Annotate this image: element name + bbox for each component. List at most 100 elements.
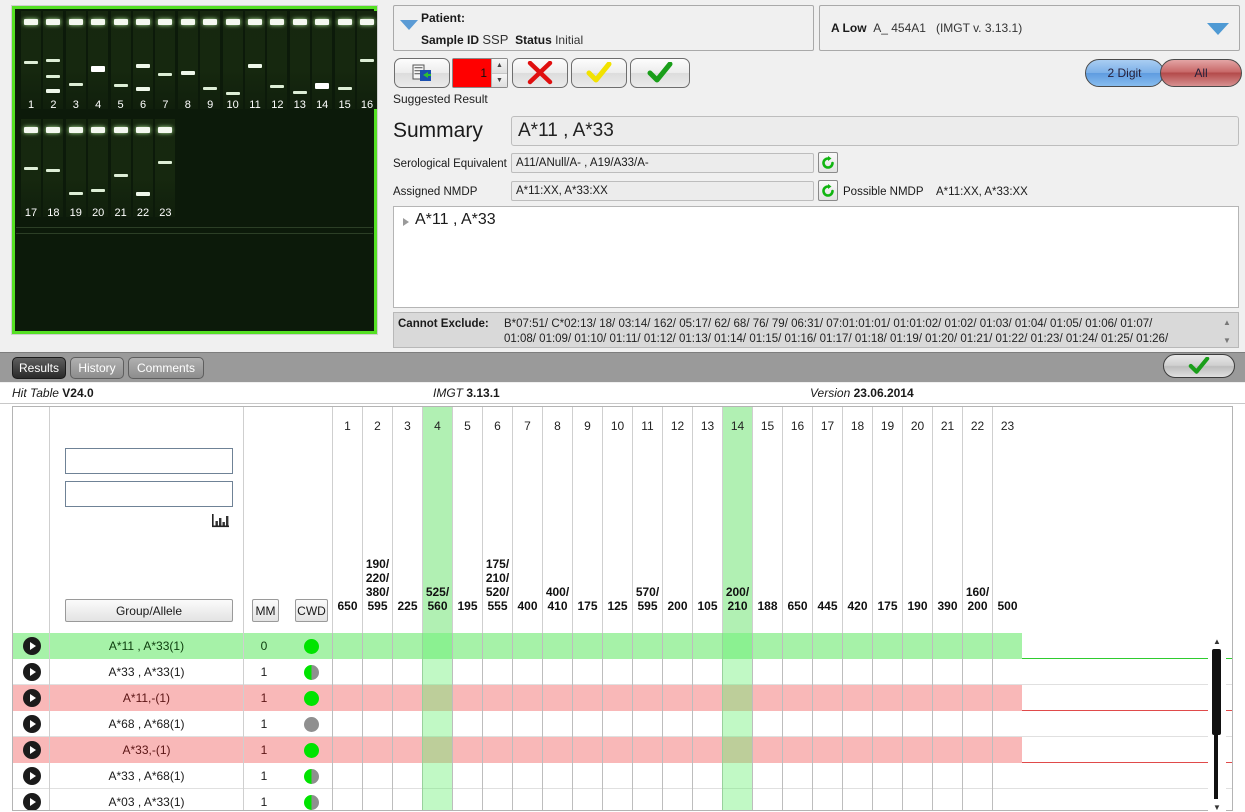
table-cell[interactable]: [962, 789, 992, 810]
table-cell[interactable]: [572, 763, 602, 789]
table-cell[interactable]: [452, 711, 482, 737]
table-cell[interactable]: [962, 685, 992, 711]
highlighted-column-cell[interactable]: [722, 737, 752, 763]
table-cell[interactable]: [872, 711, 902, 737]
table-cell[interactable]: [692, 685, 722, 711]
table-cell[interactable]: [842, 711, 872, 737]
gel-lane[interactable]: [267, 11, 288, 109]
table-cell[interactable]: [932, 711, 962, 737]
scrollbar-thumb[interactable]: [1212, 649, 1221, 735]
mix-column-header[interactable]: 6 175/210/520/555: [482, 407, 512, 633]
table-cell[interactable]: [692, 711, 722, 737]
table-cell[interactable]: [392, 711, 422, 737]
table-cell[interactable]: [662, 711, 692, 737]
table-cell[interactable]: [962, 763, 992, 789]
bar-chart-icon[interactable]: [211, 513, 231, 529]
table-cell[interactable]: [482, 633, 512, 659]
table-cell[interactable]: [632, 633, 662, 659]
hit-table-scrollbar[interactable]: ▲ ▼: [1208, 635, 1226, 812]
table-cell[interactable]: [782, 789, 812, 810]
highlighted-column-cell[interactable]: [722, 763, 752, 789]
table-cell[interactable]: [572, 737, 602, 763]
confirm-results-button[interactable]: [1163, 354, 1235, 378]
highlighted-column-cell[interactable]: [422, 763, 452, 789]
reject-button[interactable]: [512, 58, 568, 88]
import-worksheet-button[interactable]: [394, 58, 450, 88]
table-cell[interactable]: [362, 737, 392, 763]
mix-column-header[interactable]: 1 650: [332, 407, 362, 633]
mix-column-header[interactable]: 11 570/595: [632, 407, 662, 633]
table-cell[interactable]: [542, 789, 572, 810]
table-cell[interactable]: [812, 633, 842, 659]
allele-pair-label[interactable]: A*11 , A*33(1): [49, 633, 244, 659]
accept-final-button[interactable]: [630, 58, 690, 88]
gel-image-frame[interactable]: 1 2 3 4 5 6 7 8 9 10 11 12 13 14 15 16 17 18 19 20 21 22 23: [12, 6, 377, 334]
mix-column-header[interactable]: 14 200/210: [722, 407, 752, 633]
gel-lane[interactable]: [43, 11, 64, 109]
table-row[interactable]: A*33 , A*33(1) 1: [13, 659, 1232, 685]
table-cell[interactable]: [872, 737, 902, 763]
accept-provisional-button[interactable]: [571, 58, 627, 88]
table-cell[interactable]: [662, 685, 692, 711]
table-cell[interactable]: [992, 685, 1022, 711]
patient-panel[interactable]: Patient: Sample ID SSP Status Initial: [393, 5, 814, 51]
gel-lane[interactable]: [289, 11, 310, 109]
table-cell[interactable]: [662, 789, 692, 810]
table-cell[interactable]: [692, 763, 722, 789]
gel-lane[interactable]: [110, 11, 131, 109]
table-cell[interactable]: [992, 737, 1022, 763]
table-cell[interactable]: [332, 633, 362, 659]
table-cell[interactable]: [812, 711, 842, 737]
mix-column-header[interactable]: 22 160/200: [962, 407, 992, 633]
table-cell[interactable]: [572, 685, 602, 711]
table-cell[interactable]: [932, 659, 962, 685]
table-cell[interactable]: [482, 659, 512, 685]
table-cell[interactable]: [392, 685, 422, 711]
table-cell[interactable]: [452, 685, 482, 711]
table-cell[interactable]: [782, 763, 812, 789]
row-expand-icon[interactable]: [23, 637, 41, 655]
table-cell[interactable]: [962, 711, 992, 737]
stepper-buttons[interactable]: ▲ ▼: [491, 59, 507, 87]
table-cell[interactable]: [692, 789, 722, 810]
table-cell[interactable]: [902, 737, 932, 763]
stepper-up-icon[interactable]: ▲: [492, 59, 507, 74]
table-cell[interactable]: [662, 737, 692, 763]
table-cell[interactable]: [482, 711, 512, 737]
table-cell[interactable]: [452, 633, 482, 659]
tab-history[interactable]: History: [70, 357, 124, 379]
table-cell[interactable]: [842, 633, 872, 659]
table-row[interactable]: A*68 , A*68(1) 1: [13, 711, 1232, 737]
table-cell[interactable]: [632, 763, 662, 789]
locus-dropdown-icon[interactable]: [1207, 23, 1229, 35]
table-cell[interactable]: [812, 789, 842, 810]
row-expand-icon[interactable]: [23, 689, 41, 707]
table-cell[interactable]: [782, 711, 812, 737]
table-cell[interactable]: [902, 659, 932, 685]
table-cell[interactable]: [542, 633, 572, 659]
table-cell[interactable]: [962, 659, 992, 685]
table-cell[interactable]: [542, 711, 572, 737]
cwd-column-button[interactable]: CWD: [295, 599, 328, 622]
table-cell[interactable]: [572, 633, 602, 659]
table-cell[interactable]: [782, 659, 812, 685]
table-cell[interactable]: [872, 789, 902, 810]
table-row[interactable]: A*11 , A*33(1) 0: [13, 633, 1232, 659]
table-cell[interactable]: [932, 685, 962, 711]
table-cell[interactable]: [632, 789, 662, 810]
highlighted-column-cell[interactable]: [722, 633, 752, 659]
table-cell[interactable]: [812, 737, 842, 763]
table-cell[interactable]: [872, 633, 902, 659]
table-cell[interactable]: [902, 685, 932, 711]
table-cell[interactable]: [992, 633, 1022, 659]
table-cell[interactable]: [752, 685, 782, 711]
table-cell[interactable]: [752, 711, 782, 737]
table-cell[interactable]: [842, 763, 872, 789]
table-cell[interactable]: [632, 685, 662, 711]
mix-column-header[interactable]: 23 500: [992, 407, 1022, 633]
table-cell[interactable]: [632, 659, 662, 685]
table-cell[interactable]: [812, 763, 842, 789]
table-cell[interactable]: [602, 711, 632, 737]
table-cell[interactable]: [362, 763, 392, 789]
mix-column-header[interactable]: 9 175: [572, 407, 602, 633]
